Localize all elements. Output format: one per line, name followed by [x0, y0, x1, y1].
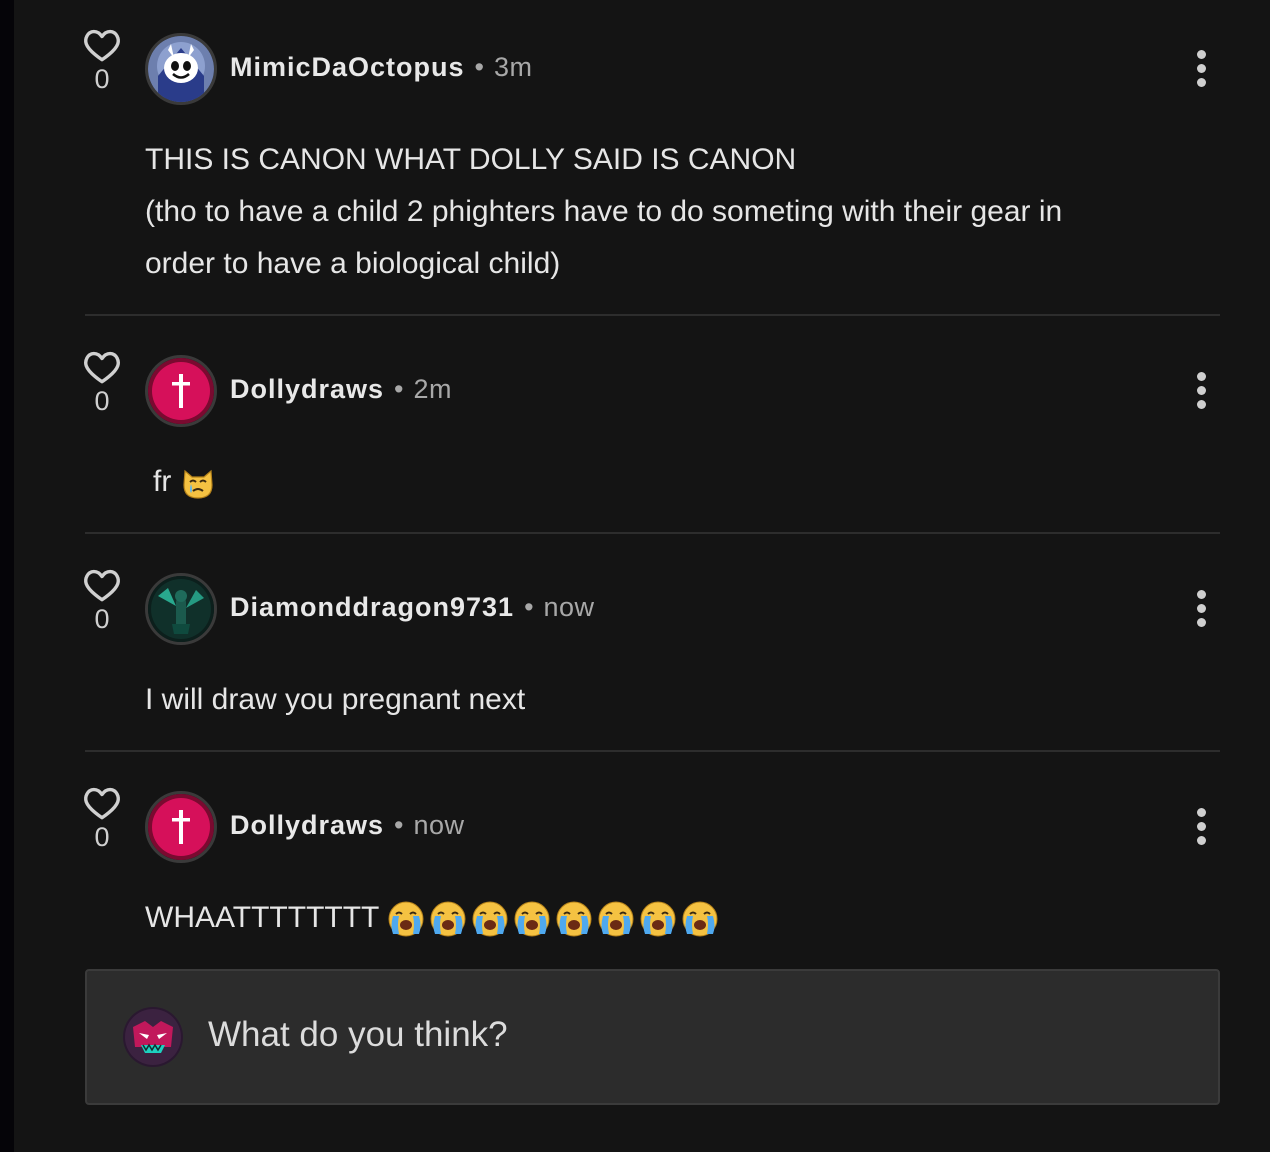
divider	[85, 750, 1220, 752]
username[interactable]: MimicDaOctopus	[230, 52, 465, 82]
more-dot	[1196, 618, 1206, 627]
timestamp: 2m	[413, 374, 453, 404]
loudly-crying-face-icon	[640, 901, 676, 937]
comment-meta: Dollydraws • 2m	[230, 374, 452, 405]
loudly-crying-face-icon	[472, 901, 508, 937]
more-dot	[1196, 590, 1206, 599]
comment-text: I will draw you pregnant next	[145, 683, 526, 716]
timestamp: now	[413, 810, 465, 840]
more-dot	[1196, 50, 1206, 59]
comment-meta: Dollydraws • now	[230, 810, 465, 841]
crying-cat-face-icon	[183, 469, 213, 499]
meta-separator: •	[524, 592, 534, 622]
more-dot	[1196, 64, 1206, 73]
heart-icon[interactable]	[83, 28, 121, 62]
like-count: 0	[94, 386, 110, 416]
heart-icon[interactable]	[83, 568, 121, 602]
like-control[interactable]: 0	[82, 28, 122, 95]
more-dot	[1196, 78, 1206, 87]
more-options-button[interactable]	[1190, 808, 1212, 848]
like-control[interactable]: 0	[82, 786, 122, 853]
comment-meta: MimicDaOctopus • 3m	[230, 52, 533, 83]
avatar[interactable]	[145, 791, 217, 863]
more-options-button[interactable]	[1190, 50, 1212, 90]
loudly-crying-face-icon	[388, 901, 424, 937]
avatar[interactable]	[145, 355, 217, 427]
username[interactable]: Diamonddragon9731	[230, 592, 514, 622]
more-options-button[interactable]	[1190, 590, 1212, 630]
comment-line: (tho to have a child 2 phighters have to…	[145, 195, 1063, 228]
teal-dragon-icon	[148, 576, 214, 642]
more-dot	[1196, 808, 1206, 817]
more-dot	[1196, 400, 1206, 409]
loudly-crying-face-icon	[598, 901, 634, 937]
left-edge	[0, 0, 14, 1152]
pink-cross-icon	[148, 358, 214, 424]
loudly-crying-face-icon	[682, 901, 718, 937]
loudly-crying-face-icon	[430, 901, 466, 937]
avatar[interactable]	[145, 33, 217, 105]
divider	[85, 314, 1220, 316]
comment-line: THIS IS CANON WHAT DOLLY SAID IS CANON	[145, 143, 797, 176]
comment-body: fr	[153, 456, 220, 508]
heart-icon[interactable]	[83, 350, 121, 384]
comment-body: THIS IS CANON WHAT DOLLY SAID IS CANON (…	[145, 134, 1062, 290]
more-dot	[1196, 604, 1206, 613]
meta-separator: •	[394, 374, 404, 404]
more-dot	[1196, 836, 1206, 845]
loudly-crying-face-icon	[514, 901, 550, 937]
comment-meta: Diamonddragon9731 • now	[230, 592, 595, 623]
like-control[interactable]: 0	[82, 568, 122, 635]
timestamp: now	[543, 592, 595, 622]
heart-icon[interactable]	[83, 786, 121, 820]
comment-body: WHAATTTTTTTT	[145, 892, 723, 944]
avatar	[123, 1007, 183, 1067]
timestamp: 3m	[494, 52, 533, 82]
comment-input-placeholder[interactable]: What do you think?	[208, 1015, 508, 1055]
more-options-button[interactable]	[1190, 372, 1212, 412]
pink-cross-icon	[148, 794, 214, 860]
meta-separator: •	[394, 810, 404, 840]
like-count: 0	[94, 604, 110, 634]
comment-body: I will draw you pregnant next	[145, 674, 525, 726]
emoji-row	[387, 901, 723, 937]
more-dot	[1196, 822, 1206, 831]
comment-line: order to have a biological child)	[145, 247, 561, 280]
more-dot	[1196, 372, 1206, 381]
avatar[interactable]	[145, 573, 217, 645]
like-count: 0	[94, 64, 110, 94]
comment-text: fr	[153, 465, 172, 498]
meta-separator: •	[474, 52, 484, 82]
divider	[85, 532, 1220, 534]
white-cartoon-mascot-icon	[148, 36, 214, 102]
comment-text: WHAATTTTTTTT	[145, 901, 379, 934]
username[interactable]: Dollydraws	[230, 810, 384, 840]
comment-input[interactable]: What do you think?	[85, 969, 1220, 1105]
pink-monster-icon	[123, 1007, 183, 1067]
loudly-crying-face-icon	[556, 901, 592, 937]
username[interactable]: Dollydraws	[230, 374, 384, 404]
like-control[interactable]: 0	[82, 350, 122, 417]
like-count: 0	[94, 822, 110, 852]
more-dot	[1196, 386, 1206, 395]
